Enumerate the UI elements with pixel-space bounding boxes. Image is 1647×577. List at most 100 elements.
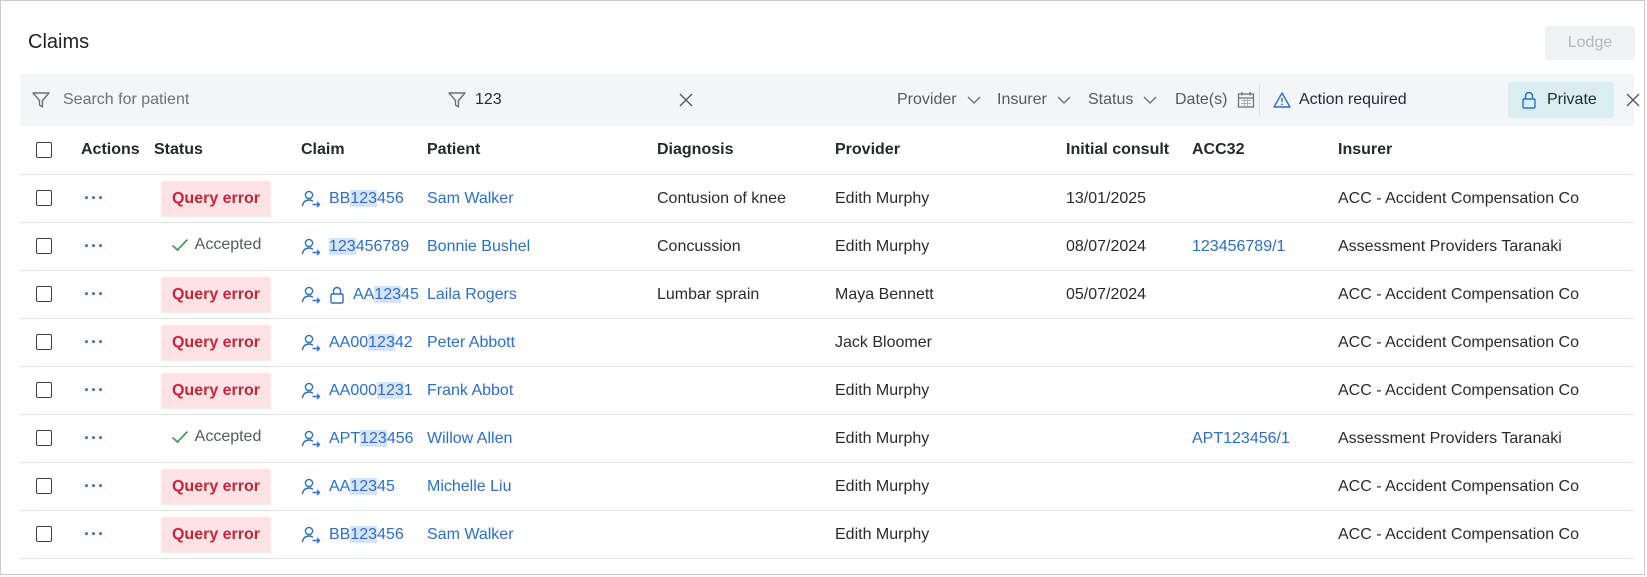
row-actions-menu[interactable]: ···	[84, 236, 105, 257]
patient-link[interactable]: Sam Walker	[427, 190, 514, 207]
status-badge: Query error	[161, 324, 271, 361]
diagnosis-cell	[657, 414, 835, 463]
close-icon[interactable]	[678, 74, 694, 126]
patient-link[interactable]: Sam Walker	[427, 526, 514, 543]
insurer-cell: ACC - Accident Compensation Co	[1338, 510, 1634, 559]
claim-id-suffix: 456789	[355, 237, 410, 255]
person-arrow-icon	[301, 238, 321, 256]
claim-id-match: 123	[377, 381, 404, 399]
row-actions-menu[interactable]: ···	[84, 428, 105, 449]
dates-filter-label: Date(s)	[1175, 91, 1228, 108]
dates-filter[interactable]: Date(s)	[1175, 74, 1255, 126]
claim-link[interactable]: AA0012342	[301, 333, 427, 352]
col-provider[interactable]: Provider	[835, 126, 1066, 175]
col-acc32[interactable]: ACC32	[1192, 126, 1338, 175]
person-arrow-icon	[301, 382, 321, 400]
claim-id: AA0001231	[329, 381, 413, 400]
row-checkbox[interactable]	[20, 174, 70, 223]
insurer-cell: ACC - Accident Compensation Co	[1338, 366, 1634, 415]
claim-id-match: 123	[350, 525, 378, 543]
row-actions-menu[interactable]: ···	[84, 332, 105, 353]
acc32-link[interactable]: APT123456/1	[1192, 430, 1290, 447]
insurer-dropdown[interactable]: Insurer	[997, 74, 1071, 126]
claim-id-suffix: 1	[403, 381, 413, 399]
chevron-down-icon	[963, 95, 981, 105]
table-row[interactable]: ··· Query error AA0001231 Frank Abbot Edith …	[20, 366, 1634, 415]
claim-id-match: 123	[350, 189, 378, 207]
diagnosis-cell	[657, 318, 835, 367]
patient-link[interactable]: Laila Rogers	[427, 286, 517, 303]
claims-window: Claims Lodge Search for patient 123 Prov…	[0, 0, 1645, 575]
claim-link[interactable]: AA0001231	[301, 381, 427, 400]
row-actions-menu[interactable]: ···	[84, 380, 105, 401]
insurer-cell: Assessment Providers Taranaki	[1338, 414, 1634, 463]
row-checkbox[interactable]	[20, 366, 70, 415]
claim-link[interactable]: 123456789	[301, 237, 427, 256]
person-arrow-icon	[301, 478, 321, 496]
table-row[interactable]: ··· Query error AA0012342 Peter Abbott Jack …	[20, 318, 1634, 367]
patient-link[interactable]: Willow Allen	[427, 430, 512, 447]
insurer-cell: ACC - Accident Compensation Co	[1338, 174, 1634, 223]
initial-consult-cell: 08/07/2024	[1066, 222, 1192, 271]
row-checkbox[interactable]	[20, 318, 70, 367]
row-actions-menu[interactable]: ···	[84, 188, 105, 209]
claim-id: APT123456	[329, 429, 414, 448]
patient-search[interactable]: Search for patient	[31, 74, 189, 126]
patient-link[interactable]: Frank Abbot	[427, 382, 513, 399]
row-actions-menu[interactable]: ···	[84, 524, 105, 545]
row-checkbox[interactable]	[20, 414, 70, 463]
acc32-link[interactable]: 123456789/1	[1192, 238, 1285, 255]
provider-cell: Maya Bennett	[835, 270, 1066, 319]
row-checkbox[interactable]	[20, 270, 70, 319]
select-all-checkbox[interactable]	[20, 126, 70, 175]
col-initial-consult[interactable]: Initial consult	[1066, 126, 1192, 175]
initial-consult-cell	[1066, 414, 1192, 463]
claim-link[interactable]: BB123456	[301, 189, 427, 208]
claim-id: BB123456	[329, 525, 404, 544]
claim-filter[interactable]: 123	[447, 74, 502, 126]
col-insurer[interactable]: Insurer	[1338, 126, 1634, 175]
patient-link[interactable]: Peter Abbott	[427, 334, 515, 351]
table-row[interactable]: ··· Query error AA12345 Laila Rogers Lumbar …	[20, 270, 1634, 319]
claim-link[interactable]: AA12345	[301, 285, 427, 304]
patient-link[interactable]: Bonnie Bushel	[427, 238, 530, 255]
clear-filters-close-icon[interactable]	[1625, 74, 1641, 126]
provider-cell: Edith Murphy	[835, 222, 1066, 271]
table-row[interactable]: ··· Query error BB123456 Sam Walker Edith Mu…	[20, 510, 1634, 559]
col-diagnosis[interactable]: Diagnosis	[657, 126, 835, 175]
patient-link[interactable]: Michelle Liu	[427, 478, 511, 495]
provider-cell: Edith Murphy	[835, 462, 1066, 511]
lock-icon	[1521, 91, 1537, 109]
check-icon	[171, 430, 189, 444]
lock-icon	[329, 286, 345, 304]
insurer-cell: ACC - Accident Compensation Co	[1338, 462, 1634, 511]
warning-triangle-icon	[1273, 91, 1291, 109]
col-patient[interactable]: Patient	[427, 126, 657, 175]
claim-id-match: 123	[350, 477, 378, 495]
claim-link[interactable]: BB123456	[301, 525, 427, 544]
table-row[interactable]: ··· Query error BB123456 Sam Walker Contusio…	[20, 174, 1634, 223]
claim-link[interactable]: APT123456	[301, 429, 427, 448]
claim-filter-input[interactable]: 123	[475, 91, 502, 109]
row-checkbox[interactable]	[20, 222, 70, 271]
row-checkbox[interactable]	[20, 462, 70, 511]
col-claim[interactable]: Claim	[301, 126, 427, 175]
table-row[interactable]: ··· Accepted APT123456 Willow Allen Edith Mu…	[20, 414, 1634, 463]
claim-link[interactable]: AA12345	[301, 477, 427, 496]
table-row[interactable]: ··· Accepted 123456789 Bonnie Bushel Concuss…	[20, 222, 1634, 271]
lodge-button[interactable]: Lodge	[1545, 26, 1635, 60]
claim-id-prefix: AA000	[329, 381, 378, 399]
row-actions-menu[interactable]: ···	[84, 284, 105, 305]
row-actions-menu[interactable]: ···	[84, 476, 105, 497]
private-filter-chip[interactable]: Private	[1508, 82, 1614, 118]
status-dropdown[interactable]: Status	[1088, 74, 1157, 126]
claim-id-match: 123	[329, 237, 356, 255]
diagnosis-cell: Contusion of knee	[657, 174, 835, 223]
col-status: Status	[154, 126, 301, 175]
action-required-filter[interactable]: Action required	[1273, 74, 1407, 126]
search-input[interactable]: Search for patient	[63, 91, 189, 109]
row-checkbox[interactable]	[20, 510, 70, 559]
provider-dropdown[interactable]: Provider	[897, 74, 981, 126]
initial-consult-cell: 13/01/2025	[1066, 174, 1192, 223]
table-row[interactable]: ··· Query error AA12345 Michelle Liu Edith M…	[20, 462, 1634, 511]
